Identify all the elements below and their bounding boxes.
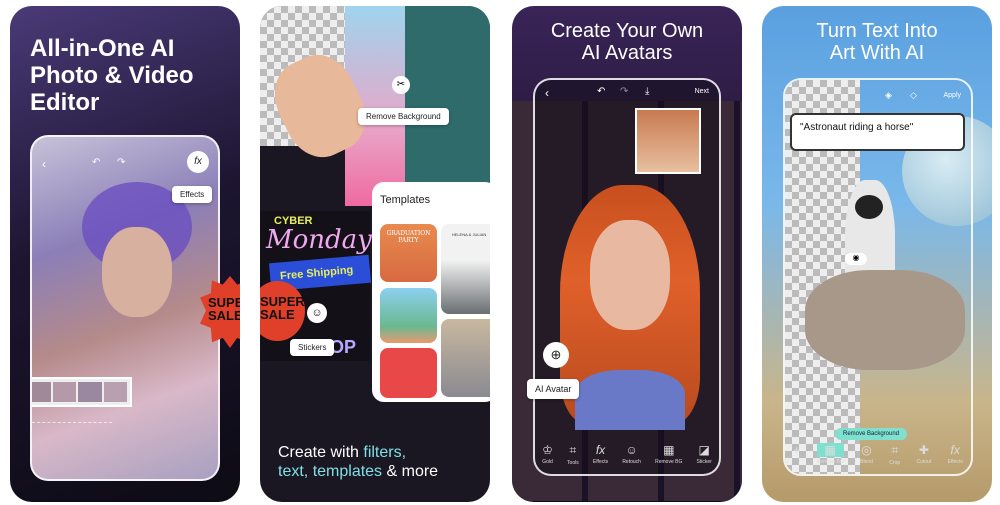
title-line: Editor: [30, 88, 100, 116]
templates-card: Templates GRADUATION PARTY HELENA & JULI…: [372, 182, 490, 402]
tool-label: Remove BG: [655, 459, 683, 465]
apply-button[interactable]: Apply: [943, 92, 961, 99]
tool-label: Gold: [542, 459, 553, 465]
toolbar-cutout[interactable]: ✚ Cutout: [917, 443, 932, 466]
back-icon[interactable]: ‹: [42, 157, 46, 171]
panel-title: All-in-One AI Photo & Video Editor: [30, 35, 194, 117]
avatar-shirt: [575, 370, 685, 430]
template-car[interactable]: [380, 288, 437, 343]
panel-title: Create Your Own AI Avatars: [512, 20, 742, 65]
remove-background-button[interactable]: Remove Background: [835, 428, 908, 440]
back-icon[interactable]: ‹: [545, 86, 549, 100]
collage-text: Monday: [266, 225, 372, 255]
remove-bg-icon: ▦: [816, 443, 844, 457]
tool-label: Cutout: [916, 459, 932, 465]
ai-avatar-tag: AI Avatar: [527, 379, 580, 399]
eraser-icon[interactable]: ◈: [885, 90, 892, 101]
sale-text: SALE: [208, 308, 240, 323]
remove-background-tag: Remove Background: [358, 108, 449, 125]
blend-icon: ◎: [861, 443, 872, 457]
tool-label: Remove BG: [816, 459, 844, 465]
templates-title: Templates: [380, 194, 431, 206]
tool-label: Effects: [947, 459, 963, 465]
crop-icon: ⌗: [891, 443, 899, 457]
crown-icon: ♔: [542, 443, 553, 457]
screenshot-filters-templates: ✂ Remove Background CYBER Monday Free Sh…: [260, 6, 490, 502]
crop-icon: ⌗: [569, 443, 577, 457]
collage-text: SUPER SALE: [260, 281, 305, 341]
astronaut-visor: [855, 195, 883, 219]
toolbar-remove-bg[interactable]: ▦ Remove BG: [816, 443, 844, 466]
toolbar-tools[interactable]: ⌗ Tools: [567, 443, 579, 466]
horse: [805, 270, 965, 370]
fx-icon: fx: [950, 443, 960, 457]
tool-label: Retouch: [622, 459, 641, 465]
filmstrip[interactable]: [32, 377, 132, 407]
sticker-icon: ◪: [698, 443, 710, 457]
undo-icon[interactable]: ↶: [92, 157, 100, 168]
template-graduation-party[interactable]: GRADUATION PARTY: [380, 224, 437, 282]
retouch-icon: ☺: [625, 443, 638, 457]
toolbar-add[interactable]: +: [793, 443, 800, 466]
title-line: All-in-One AI: [30, 35, 175, 62]
remove-bg-icon: ▦: [663, 443, 675, 457]
title-line: Create Your Own: [550, 20, 704, 42]
audio-waveform: [32, 422, 112, 430]
editor-toolbar: ♔ Gold ⌗ Tools fx Effects ☺ Retouch ▦ Remove …: [535, 443, 719, 466]
caption: Create with filters, text, templates & m…: [278, 443, 438, 481]
prompt-input[interactable]: "Astronaut riding a horse": [790, 113, 965, 151]
toolbar-crop[interactable]: ⌗ Crop: [889, 443, 900, 466]
screenshot-photo-video-editor: All-in-One AI Photo & Video Editor ‹ ↶ ↷…: [10, 6, 240, 502]
template-wedding[interactable]: HELENA & JULIAN: [441, 224, 490, 314]
cutout-icon: ✚: [918, 443, 929, 457]
effects-tag: Effects: [172, 186, 213, 203]
remove-background-icon[interactable]: ✂: [392, 76, 410, 94]
caption-highlight: templates: [312, 463, 383, 481]
face: [102, 227, 172, 317]
caption-text: Create with: [278, 444, 364, 461]
tool-label: Tools: [567, 460, 579, 466]
toolbar-sticker[interactable]: ◪ Sticker: [697, 443, 712, 466]
toolbar-effects[interactable]: fx Effects: [593, 443, 608, 466]
panel-title: Turn Text Into Art With AI: [762, 20, 992, 65]
undo-icon[interactable]: ↶: [597, 86, 605, 97]
template-portrait[interactable]: [441, 319, 490, 397]
compare-handle[interactable]: ◉: [845, 253, 867, 265]
caption-text: & more: [382, 463, 439, 481]
fx-icon[interactable]: fx: [187, 151, 209, 173]
fx-icon: fx: [595, 443, 606, 457]
screenshot-text-to-art: Turn Text Into Art With AI ◈ ◇ Apply ◉ R…: [762, 6, 992, 502]
toolbar-gold[interactable]: ♔ Gold: [542, 443, 553, 466]
redo-icon[interactable]: ↷: [117, 157, 125, 168]
plus-icon: +: [793, 443, 801, 457]
layers-icon[interactable]: ◇: [910, 90, 917, 101]
screenshot-ai-avatars: Create Your Own AI Avatars ‹ ↶ ↷ ⤓ Next …: [512, 6, 742, 502]
add-person-icon[interactable]: ⊕: [543, 342, 569, 368]
sticker-icon[interactable]: ☺: [307, 303, 327, 323]
title-line: Photo & Video: [30, 61, 194, 89]
title-line: Turn Text Into: [816, 20, 938, 42]
avatar-face: [590, 220, 670, 330]
tool-label: Blend: [860, 459, 873, 465]
toolbar-effects[interactable]: fx Effects: [948, 443, 963, 466]
stickers-tag: Stickers: [290, 339, 335, 356]
tool-label: Sticker: [696, 459, 712, 465]
background-art: [405, 6, 490, 186]
tool-label: Effects: [592, 459, 609, 465]
toolbar-retouch[interactable]: ☺ Retouch: [622, 443, 641, 466]
title-line: AI Avatars: [581, 42, 673, 65]
title-line: Art With AI: [829, 42, 925, 65]
toolbar-blend[interactable]: ◎ Blend: [860, 443, 873, 466]
redo-icon[interactable]: ↷: [620, 86, 628, 97]
toolbar-remove-bg[interactable]: ▦ Remove BG: [655, 443, 682, 466]
avatar-editor: ‹ ↶ ↷ ⤓ Next ⊕ ♔ Gold ⌗ Tools fx Effects ☺ R…: [533, 78, 721, 476]
template-love[interactable]: [380, 348, 437, 398]
caption-highlight: text,: [278, 463, 313, 481]
caption-highlight: filters,: [363, 444, 407, 461]
selected-avatar-thumbnail[interactable]: [635, 108, 701, 174]
next-button[interactable]: Next: [695, 88, 709, 95]
tool-label: Crop: [889, 460, 901, 466]
download-icon[interactable]: ⤓: [645, 86, 649, 97]
editor-toolbar: + ▦ Remove BG ◎ Blend ⌗ Crop ✚ Cutout fx Effe…: [785, 443, 971, 466]
